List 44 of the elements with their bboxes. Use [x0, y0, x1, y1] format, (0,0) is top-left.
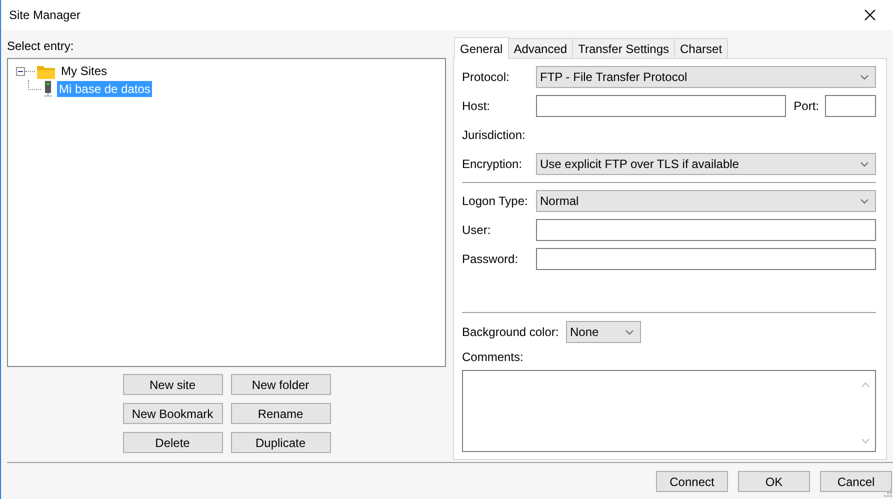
field-label: Logon Type:	[462, 194, 529, 208]
tree-action-button[interactable]: New folder	[230, 374, 330, 395]
dialog-button[interactable]: OK	[738, 471, 810, 492]
chevron-icon	[625, 328, 634, 336]
encryption-dropdown[interactable]: Use explicit FTP over TLS if available	[536, 153, 876, 175]
entry-label: Select entry:	[7, 38, 75, 54]
tab[interactable]: Charset	[674, 38, 728, 58]
tab[interactable]: Advanced	[508, 38, 574, 58]
tab[interactable]: Transfer Settings	[572, 38, 676, 58]
logon-type-dropdown[interactable]: Normal	[536, 190, 876, 212]
comments-field[interactable]	[462, 370, 876, 452]
tree-action-button[interactable]: Delete	[122, 432, 222, 453]
port-field[interactable]	[825, 95, 876, 117]
chevron-icon	[860, 74, 869, 80]
field-label: Protocol:	[462, 70, 510, 84]
site-tree[interactable]: My Sites Mi base de datos	[7, 58, 446, 367]
field-label: Comments:	[462, 350, 524, 364]
field-label: User:	[462, 223, 492, 237]
tree-action-button[interactable]: New site	[122, 374, 222, 395]
user-field[interactable]	[536, 219, 876, 241]
host-field[interactable]	[536, 95, 786, 117]
protocol-dropdown[interactable]: FTP - File Transfer Protocol	[536, 66, 876, 88]
dialog-button[interactable]: Connect	[656, 471, 728, 492]
tree-action-button[interactable]: Rename	[230, 403, 330, 424]
background-color-dropdown[interactable]: None	[566, 321, 641, 343]
tree-action-button[interactable]: Duplicate	[230, 432, 330, 453]
field-label: Background color:	[462, 325, 560, 339]
field-label: Port:	[794, 99, 819, 113]
field-label: Password:	[462, 252, 520, 266]
field-label: Encryption:	[462, 157, 524, 171]
chevron-icon	[860, 198, 869, 204]
close-icon	[864, 9, 876, 21]
field-label: Jurisdiction:	[462, 128, 526, 142]
chevron-icon	[860, 160, 869, 168]
tree-action-button[interactable]: New Bookmark	[122, 403, 222, 424]
dialog-button[interactable]: Cancel	[820, 471, 892, 492]
tree-item[interactable]: My Sites	[59, 63, 110, 79]
field-label: Host:	[462, 99, 492, 113]
folder-icon	[37, 64, 55, 78]
window-title: Site Manager	[9, 8, 80, 22]
server-icon	[43, 81, 53, 97]
tab[interactable]: General	[454, 37, 509, 59]
resize-grip-icon	[884, 489, 892, 497]
password-field[interactable]	[536, 248, 876, 270]
